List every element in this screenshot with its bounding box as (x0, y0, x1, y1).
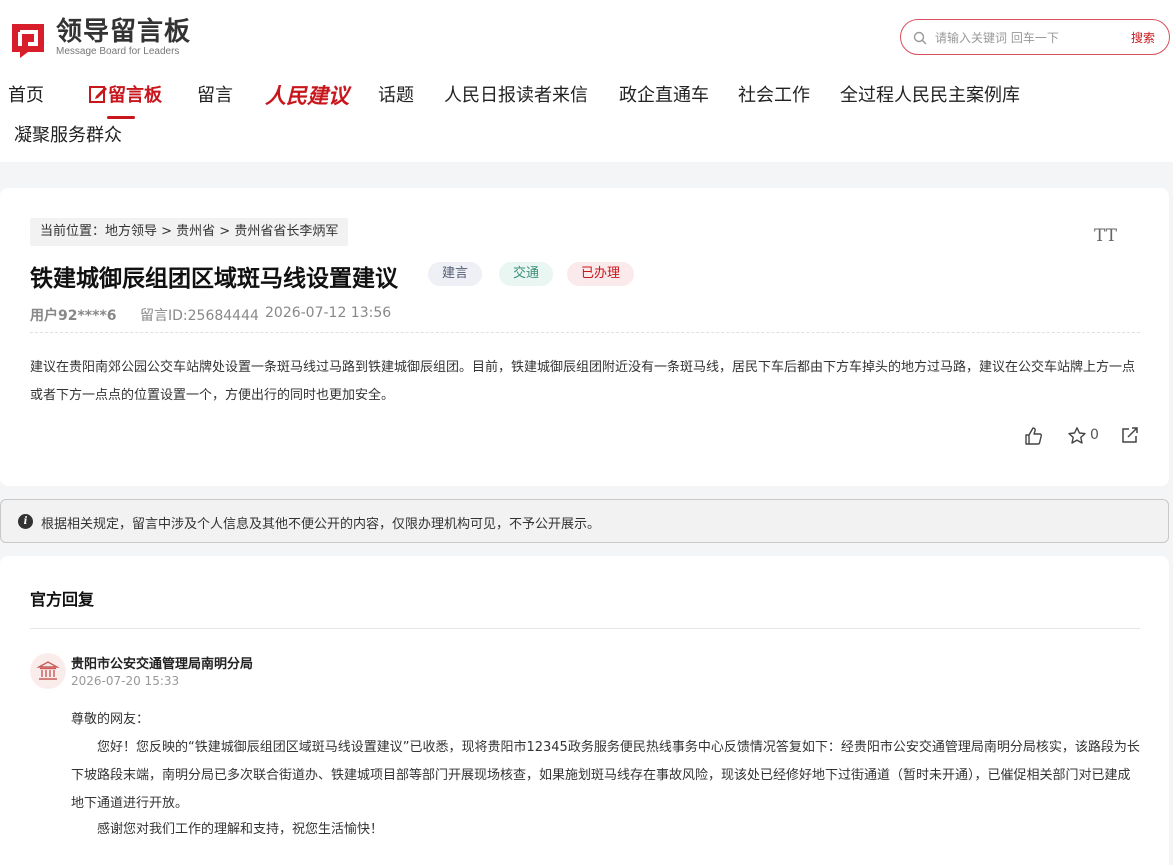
reply-body: 您好！您反映的“铁建城御辰组团区域斑马线设置建议”已收悉，现将贵阳市12345政… (71, 740, 1140, 811)
reply-card: 官方回复 贵阳市公安交通管理局南明分局 2026-07-20 15:33 尊敬的… (0, 556, 1169, 865)
tag-domain: 交通 (499, 262, 554, 286)
nav-board-label: 留言板 (108, 85, 162, 106)
privacy-notice: i 根据相关规定，留言中涉及个人信息及其他不便公开的内容，仅限办理机构可见，不予… (0, 499, 1169, 543)
search-input[interactable] (935, 27, 1115, 49)
logo-title: 领导留言板 (56, 17, 192, 47)
nav-active-indicator (107, 116, 135, 119)
reply-greeting: 尊敬的网友： (71, 712, 150, 727)
tag-category: 建言 (428, 262, 483, 286)
favorite-count: 0 (1090, 427, 1099, 443)
breadcrumb[interactable]: 当前位置：地方领导 > 贵州省 > 贵州省省长李炳军 (30, 218, 349, 246)
nav-serve[interactable]: 凝聚服务群众 (14, 122, 122, 150)
status-badge: 已办理 (567, 262, 635, 286)
search-box: 搜索 (900, 19, 1170, 55)
reply-time: 2026-07-20 15:33 (71, 674, 180, 688)
nav-board[interactable]: 留言板 (88, 82, 162, 110)
post-title: 铁建城御辰组团区域斑马线设置建议 (30, 266, 398, 292)
post-body: 建议在贵阳南郊公园公交车站牌处设置一条斑马线过马路到铁建城御辰组团。目前，铁建城… (30, 360, 1136, 403)
header: 领导留言板 Message Board for Leaders 搜索 首页 留言… (0, 0, 1173, 162)
government-building-icon (36, 661, 60, 680)
notice-text: 根据相关规定，留言中涉及个人信息及其他不便公开的内容，仅限办理机构可见，不予公开… (41, 517, 601, 532)
reply-heading: 官方回复 (30, 590, 95, 609)
logo-subtitle: Message Board for Leaders (56, 46, 180, 57)
post-author: 用户92****6 (30, 308, 117, 324)
org-avatar (30, 653, 66, 689)
info-icon: i (18, 514, 33, 529)
post-card: 当前位置：地方领导 > 贵州省 > 贵州省省长李炳军 TT 铁建城御辰组团区域斑… (0, 188, 1169, 486)
divider (30, 332, 1140, 333)
search-button[interactable]: 搜索 (1131, 29, 1155, 46)
post-id: 留言ID:25684444 (140, 308, 259, 324)
logo-mark-icon (8, 18, 48, 58)
share-icon[interactable] (1121, 426, 1139, 448)
favorite-icon[interactable] (1067, 426, 1087, 450)
nav-topics[interactable]: 话题 (378, 82, 414, 110)
search-icon (913, 30, 927, 49)
reply-closing: 感谢您对我们工作的理解和支持，祝您生活愉快！ (97, 822, 384, 837)
site-logo[interactable]: 领导留言板 Message Board for Leaders (8, 18, 191, 58)
nav-message[interactable]: 留言 (197, 82, 233, 110)
nav-peoples-suggestion[interactable]: 人民建议 (265, 82, 349, 110)
like-icon[interactable] (1023, 426, 1043, 450)
nav-home[interactable]: 首页 (8, 82, 44, 110)
nav-social[interactable]: 社会工作 (738, 82, 810, 110)
nav-democracy[interactable]: 全过程人民民主案例库 (840, 82, 1020, 110)
nav-business[interactable]: 政企直通车 (619, 82, 709, 110)
nav-letters[interactable]: 人民日报读者来信 (444, 82, 588, 110)
font-size-icon[interactable]: TT (1094, 226, 1117, 246)
edit-icon (89, 86, 107, 103)
reply-org: 贵阳市公安交通管理局南明分局 (71, 657, 254, 672)
post-time: 2026-07-12 13:56 (265, 305, 392, 321)
divider (30, 628, 1140, 629)
